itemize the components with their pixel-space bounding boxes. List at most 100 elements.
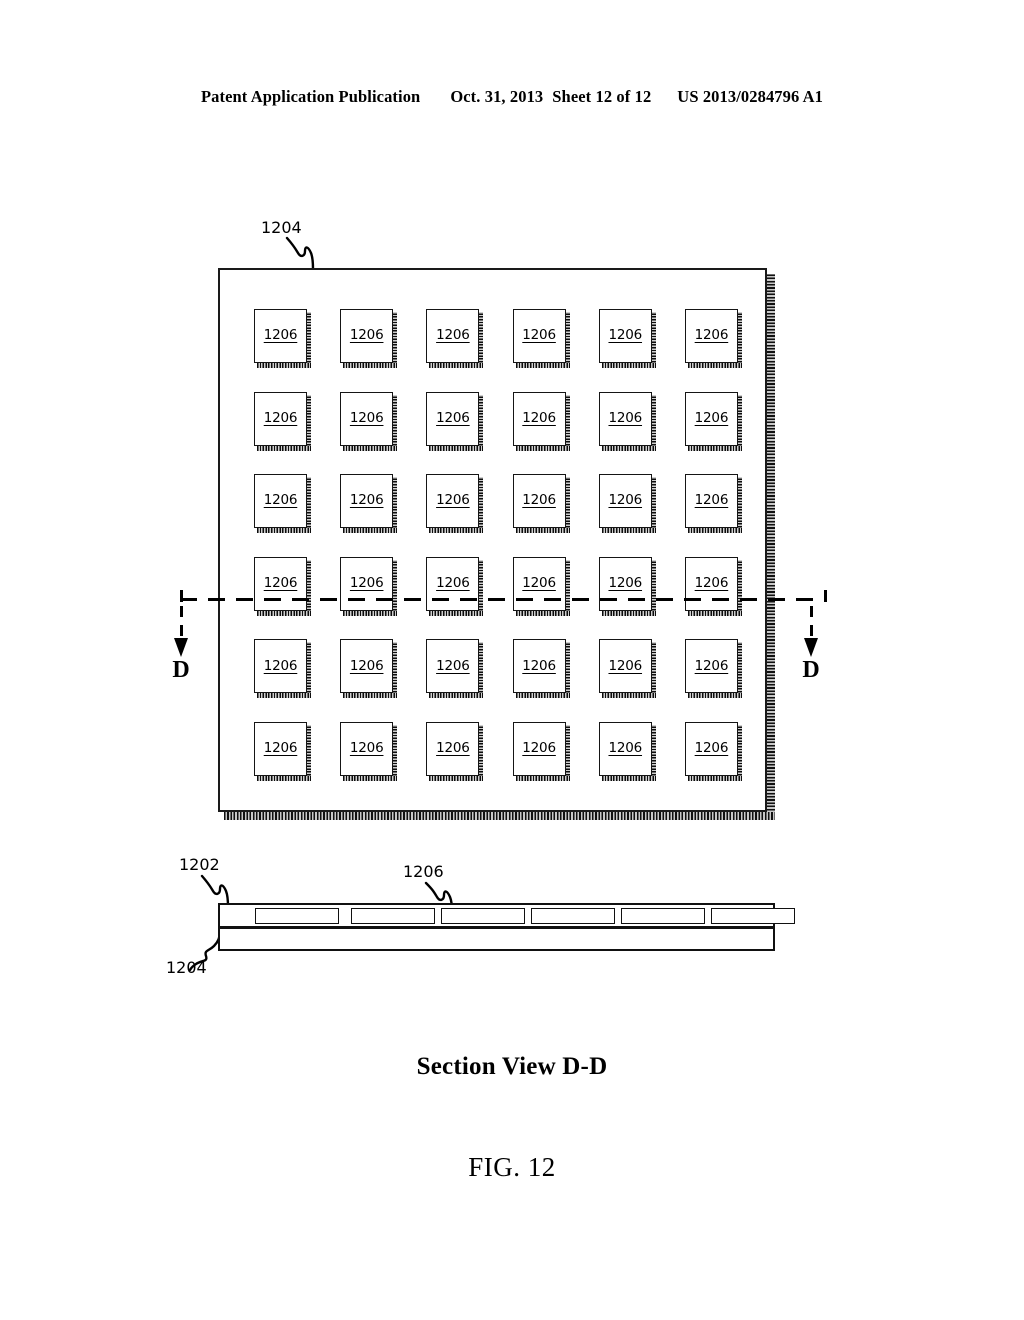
- cell-label: 1206: [263, 492, 298, 509]
- cell-shadow-bottom: [343, 528, 398, 534]
- cell-box: 1206: [254, 639, 307, 694]
- section-cell-1206: [621, 908, 705, 924]
- cell-box: 1206: [512, 639, 566, 694]
- cell-box: 1206: [340, 639, 394, 694]
- section-marker-tick: [824, 590, 827, 602]
- cell-label: 1206: [263, 575, 298, 592]
- section-bottom-layer-1204: [218, 927, 775, 951]
- cell-label: 1206: [694, 492, 729, 509]
- cell-label: 1206: [263, 409, 298, 426]
- section-cell-1206: [255, 908, 339, 924]
- leader-line-1204-panel: [285, 236, 315, 271]
- cell-box: 1206: [254, 556, 307, 611]
- cell-label: 1206: [608, 657, 643, 674]
- grid-cell: 1206: [426, 474, 485, 534]
- cell-box: 1206: [340, 474, 394, 529]
- cell-shadow-bottom: [257, 445, 311, 451]
- cell-shadow-bottom: [601, 693, 656, 699]
- cell-box: 1206: [684, 309, 738, 363]
- cell-shadow-bottom: [343, 610, 398, 616]
- cell-label: 1206: [522, 492, 556, 509]
- grid-cell: 1206: [684, 639, 744, 699]
- cell-box: 1206: [512, 721, 566, 776]
- grid-cell: 1206: [598, 474, 658, 534]
- grid-cell: 1206: [340, 309, 399, 368]
- cell-shadow-bottom: [687, 363, 742, 368]
- section-view-dd-drawing: [218, 903, 795, 953]
- cell-shadow-bottom: [429, 610, 484, 616]
- cell-box: 1206: [598, 474, 652, 529]
- cell-box: 1206: [426, 309, 480, 363]
- reference-label-1204-panel: 1204: [261, 218, 302, 237]
- panel-shadow-right-edge: [767, 274, 775, 820]
- cell-label: 1206: [349, 492, 384, 509]
- section-cut-line-dd: [180, 598, 820, 601]
- grid-cell: 1206: [426, 639, 485, 699]
- grid-cell: 1206: [512, 391, 572, 451]
- grid-cell: 1206: [598, 556, 658, 616]
- cell-label: 1206: [436, 409, 470, 426]
- section-marker-tick: [180, 590, 183, 602]
- cell-label: 1206: [608, 327, 643, 344]
- cell-label: 1206: [436, 327, 470, 344]
- cell-label: 1206: [349, 409, 384, 426]
- cell-label: 1206: [522, 409, 556, 426]
- cell-shadow-bottom: [343, 445, 398, 451]
- cell-shadow-bottom: [429, 693, 484, 699]
- cell-box: 1206: [340, 721, 394, 776]
- grid-cell: 1206: [598, 721, 658, 781]
- reference-label-1206-section-cell: 1206: [403, 862, 444, 881]
- cell-box: 1206: [426, 391, 480, 446]
- cell-label: 1206: [522, 740, 556, 757]
- grid-cell: 1206: [340, 556, 399, 616]
- cell-box: 1206: [254, 721, 307, 776]
- cell-shadow-bottom: [687, 445, 742, 451]
- cell-box: 1206: [512, 474, 566, 529]
- cell-shadow-bottom: [515, 610, 570, 616]
- grid-cell: 1206: [512, 639, 572, 699]
- plan-view-panel: 1206 1206 1206 1206 1206 1206 1206 1206 …: [218, 268, 776, 820]
- cell-shadow-bottom: [257, 363, 311, 368]
- cell-box: 1206: [254, 309, 307, 363]
- section-cell-1206: [351, 908, 435, 924]
- grid-cell: 1206: [254, 721, 313, 781]
- cell-label: 1206: [522, 575, 556, 592]
- grid-cell: 1206: [598, 639, 658, 699]
- section-view-caption: Section View D-D: [416, 1053, 608, 1080]
- cell-label: 1206: [263, 327, 298, 344]
- cell-shadow-bottom: [257, 610, 311, 616]
- cell-shadow-bottom: [257, 528, 311, 534]
- section-cells-group: [218, 903, 795, 928]
- cell-shadow-bottom: [429, 775, 484, 781]
- grid-cell: 1206: [254, 556, 313, 616]
- grid-cell: 1206: [598, 309, 658, 368]
- cell-shadow-bottom: [687, 693, 742, 699]
- cell-shadow-bottom: [515, 528, 570, 534]
- cell-box: 1206: [684, 391, 738, 446]
- cell-box: 1206: [254, 391, 307, 446]
- cell-shadow-bottom: [343, 363, 398, 368]
- grid-cell: 1206: [426, 391, 485, 451]
- cell-box: 1206: [426, 474, 480, 529]
- grid-cell: 1206: [254, 391, 313, 451]
- cell-shadow-bottom: [429, 528, 484, 534]
- cell-box: 1206: [340, 556, 394, 611]
- cell-shadow-bottom: [687, 775, 742, 781]
- cell-box: 1206: [684, 639, 738, 694]
- grid-cell: 1206: [684, 391, 744, 451]
- cell-label: 1206: [522, 657, 556, 674]
- cell-box: 1206: [512, 556, 566, 611]
- cell-shadow-bottom: [257, 693, 311, 699]
- cell-shadow-bottom: [601, 363, 656, 368]
- cell-shadow-bottom: [601, 528, 656, 534]
- cell-box: 1206: [254, 474, 307, 529]
- section-marker-label-right: D: [802, 657, 820, 683]
- grid-cell: 1206: [684, 721, 744, 781]
- cell-shadow-bottom: [515, 693, 570, 699]
- cell-label: 1206: [608, 492, 643, 509]
- grid-cell: 1206: [684, 556, 744, 616]
- cell-label: 1206: [608, 409, 643, 426]
- cell-box: 1206: [598, 556, 652, 611]
- section-cell-1206: [441, 908, 525, 924]
- cell-label: 1206: [694, 327, 729, 344]
